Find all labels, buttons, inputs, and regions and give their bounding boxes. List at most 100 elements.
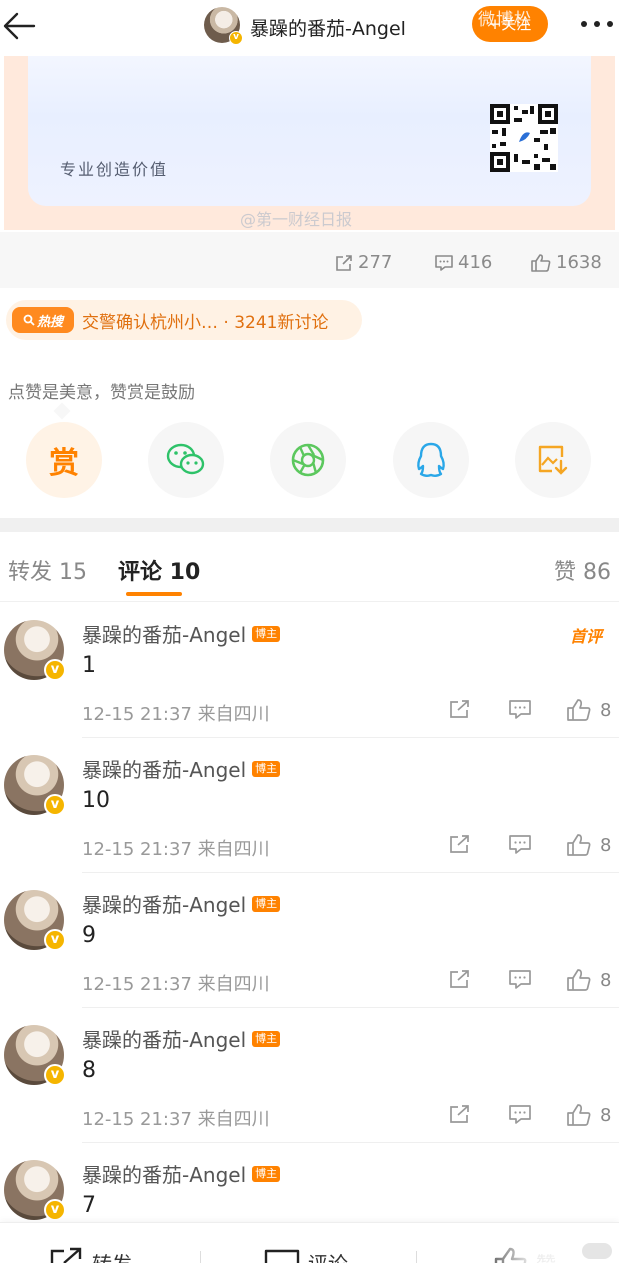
comment-meta: 12-15 21:37 来自四川 [82,839,270,860]
more-options-icon[interactable] [578,14,618,34]
share-qq-button[interactable] [393,422,469,498]
commenter-name-text: 暴躁的番茄-Angel [82,1028,247,1052]
thumbs-up-icon [567,699,591,721]
commenter-name[interactable]: 暴躁的番茄-Angel 博主 [82,754,281,783]
comment-like-button[interactable]: 8 [566,1103,611,1127]
comment-item: v 暴躁的番茄-Angel 博主 8 12-15 21:37 来自四川 8 [0,1008,619,1143]
reward-button-label: 赏 [49,446,79,481]
verified-icon: v [44,929,66,951]
comment-text: 1 [82,653,96,678]
top-navigation-bar: v 暴躁的番茄-Angel +关注 微博松 [0,0,619,56]
comment-like-count: 8 [600,969,612,991]
commenter-name-text: 暴躁的番茄-Angel [82,1163,247,1187]
verified-icon: v [229,31,243,45]
moments-icon [291,443,325,477]
hot-search-chip[interactable]: 热搜 交警确认杭州小… · 3241新讨论 [6,300,362,340]
comment-text: 8 [82,1058,96,1083]
commenter-name[interactable]: 暴躁的番茄-Angel 博主 [82,889,281,918]
save-image-button[interactable] [515,422,591,498]
author-badge: 博主 [252,625,281,642]
thumbs-up-icon [567,1104,591,1126]
comment-like-count: 8 [600,834,612,856]
verified-icon: v [44,794,66,816]
comment-count: 416 [458,252,493,273]
tab-reposts[interactable]: 转发 15 [8,554,87,586]
hot-search-tag-label: 热搜 [36,314,63,330]
comment-repost-icon[interactable] [448,698,472,724]
comment-repost-icon[interactable] [448,968,472,994]
commenter-avatar[interactable]: v [4,1160,66,1221]
active-tab-indicator [126,592,182,596]
comment-reply-icon[interactable] [508,968,532,994]
commenter-avatar[interactable]: v [4,755,66,816]
commenter-name[interactable]: 暴躁的番茄-Angel 博主 [82,1024,281,1053]
save-image-icon [538,445,568,475]
repost-count: 277 [358,252,393,273]
comment-like-button[interactable]: 8 [566,833,611,857]
search-icon [23,314,35,326]
first-comment-badge: 首评 [570,627,603,646]
comment-repost-icon[interactable] [448,1103,472,1129]
tab-comments[interactable]: 评论 10 [118,554,200,586]
post-stats-bar: 277 416 1638 [0,232,619,288]
author-name[interactable]: 暴躁的番茄-Angel [250,14,406,41]
commenter-name-text: 暴躁的番茄-Angel [82,623,247,647]
hot-search-text: 交警确认杭州小… · 3241新讨论 [82,312,329,333]
comment-like-button[interactable]: 8 [566,968,611,992]
commenter-name[interactable]: 暴躁的番茄-Angel 博主 [82,619,281,648]
reward-button[interactable]: 赏 [26,422,102,498]
post-image[interactable]: 专业创造价值 @第一财经日报 [4,56,615,230]
thumbs-up-icon [567,834,591,856]
bottom-action-bar: 转发 评论 赞 [0,1222,619,1263]
reward-prompt: 点赞是美意，赞赏是鼓励 [8,383,195,403]
comment-like-button[interactable]: 8 [566,698,611,722]
comment-reply-icon[interactable] [508,1103,532,1129]
qr-code-icon [490,104,558,172]
bottom-comment-label: 评论 [308,1248,348,1263]
comment-repost-icon[interactable] [448,833,472,859]
reward-tooltip-pointer [53,402,71,420]
share-wechat-button[interactable] [148,422,224,498]
bottom-separator [416,1251,417,1263]
commenter-name[interactable]: 暴躁的番茄-Angel 博主 [82,1159,281,1188]
comment-like-count: 8 [600,1104,612,1126]
author-avatar[interactable]: v [204,7,243,45]
verified-icon: v [44,659,66,681]
comment-item: v 暴躁的番茄-Angel 博主 9 12-15 21:37 来自四川 8 [0,873,619,1008]
repost-stat[interactable]: 277 [334,252,392,273]
verified-icon: v [44,1199,66,1221]
tab-likes[interactable]: 赞 86 [554,554,611,586]
comment-stat[interactable]: 416 [434,252,492,273]
commenter-avatar[interactable]: v [4,620,66,681]
image-slogan: 专业创造价值 [60,160,169,179]
author-badge: 博主 [252,1165,281,1182]
qq-icon [417,442,445,477]
commenter-avatar[interactable]: v [4,1025,66,1086]
comment-icon [435,254,453,271]
verified-icon: v [44,1064,66,1086]
comment-item: v 暴躁的番茄-Angel 博主 首评 1 12-15 21:37 来自四川 8 [0,603,619,738]
follow-button[interactable]: +关注 微博松 [472,6,548,42]
wechat-icon [166,443,205,475]
comment-item: v 暴躁的番茄-Angel 博主 10 12-15 21:37 来自四川 8 [0,738,619,873]
comment-like-count: 8 [600,699,612,721]
comment-reply-icon[interactable] [508,833,532,859]
comment-meta: 12-15 21:37 来自四川 [82,974,270,995]
thumbs-up-icon [567,969,591,991]
comment-text: 10 [82,788,110,813]
interaction-tabs: 转发 15 评论 10 赞 86 [0,532,619,602]
bottom-comment-button[interactable]: 评论 [264,1247,348,1263]
home-indicator-pill [582,1243,612,1259]
share-moments-button[interactable] [270,422,346,498]
repost-icon [336,254,352,271]
commenter-name-text: 暴躁的番茄-Angel [82,758,247,782]
back-arrow-icon[interactable] [2,10,38,42]
like-count: 1638 [556,252,602,273]
bottom-repost-label: 转发 [92,1248,132,1263]
bottom-repost-button[interactable]: 转发 [48,1247,132,1263]
author-badge: 博主 [252,895,281,912]
like-stat[interactable]: 1638 [530,252,602,273]
commenter-avatar[interactable]: v [4,890,66,951]
comment-reply-icon[interactable] [508,698,532,724]
commenter-name-text: 暴躁的番茄-Angel [82,893,247,917]
